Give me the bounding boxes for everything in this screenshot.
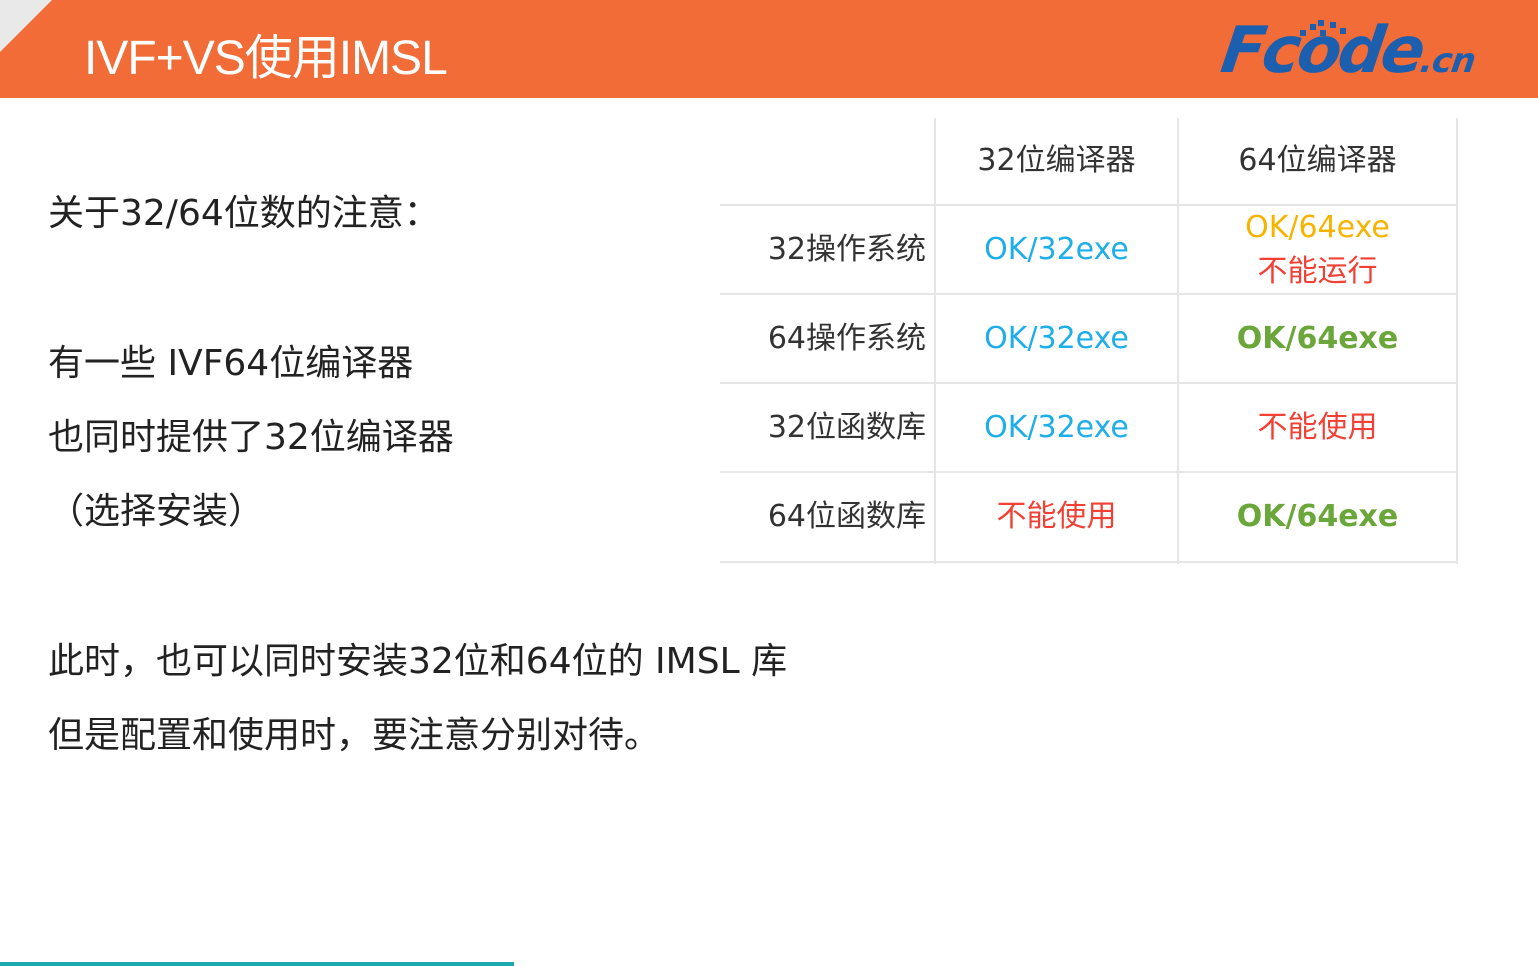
cell-64os-64compiler: OK/64exe — [1236, 320, 1399, 356]
cell-64os-32compiler: OK/32exe — [984, 320, 1129, 356]
row-label-32lib: 32位函数库 — [767, 409, 926, 445]
cell-32lib-64compiler: 不能使用 — [1257, 409, 1378, 445]
note-line-1: 有一些 IVF64位编译器 — [48, 343, 414, 384]
table-divider — [720, 561, 1458, 563]
bottom-line-1: 此时，也可以同时安装32位和64位的 IMSL 库 — [48, 641, 788, 682]
note-line-2: 也同时提供了32位编译器 — [48, 417, 454, 458]
header-corner-fold — [0, 0, 52, 52]
footer-rule — [0, 962, 514, 966]
fcode-logo: Fcode.cn — [1217, 12, 1534, 88]
note-heading: 关于32/64位数的注意： — [48, 193, 440, 234]
logo-text: Fcode.cn — [1217, 14, 1482, 88]
cell-value: 不能运行 — [1257, 253, 1378, 289]
row-label-32os: 32操作系统 — [767, 231, 926, 267]
table-divider — [1456, 118, 1458, 564]
cell-value: OK/64exe — [1245, 209, 1390, 245]
logo-main: Fcode — [1216, 14, 1428, 88]
column-header-64bit: 64位编译器 — [1238, 143, 1397, 178]
row-label-64os: 64操作系统 — [767, 320, 926, 356]
cell-64lib-64compiler: OK/64exe — [1236, 499, 1399, 534]
cell-32os-32compiler: OK/32exe — [984, 231, 1129, 267]
compat-table: 32位编译器 64位编译器 32操作系统 OK/32exe OK/64exe 不… — [720, 118, 1458, 564]
cell-32os-64compiler: OK/64exe 不能运行 — [1179, 206, 1456, 293]
bottom-line-2: 但是配置和使用时，要注意分别对待。 — [48, 715, 661, 756]
note-line-3: （选择安装） — [48, 491, 265, 532]
logo-suffix: .cn — [1417, 41, 1478, 81]
cell-64lib-32compiler: 不能使用 — [996, 499, 1117, 534]
slide-title: IVF+VS使用IMSL — [84, 32, 448, 85]
column-header-32bit: 32位编译器 — [977, 143, 1136, 178]
row-label-64lib: 64位函数库 — [767, 499, 926, 534]
header-bar: IVF+VS使用IMSL Fcode.cn — [0, 0, 1538, 98]
cell-32lib-32compiler: OK/32exe — [984, 409, 1129, 445]
